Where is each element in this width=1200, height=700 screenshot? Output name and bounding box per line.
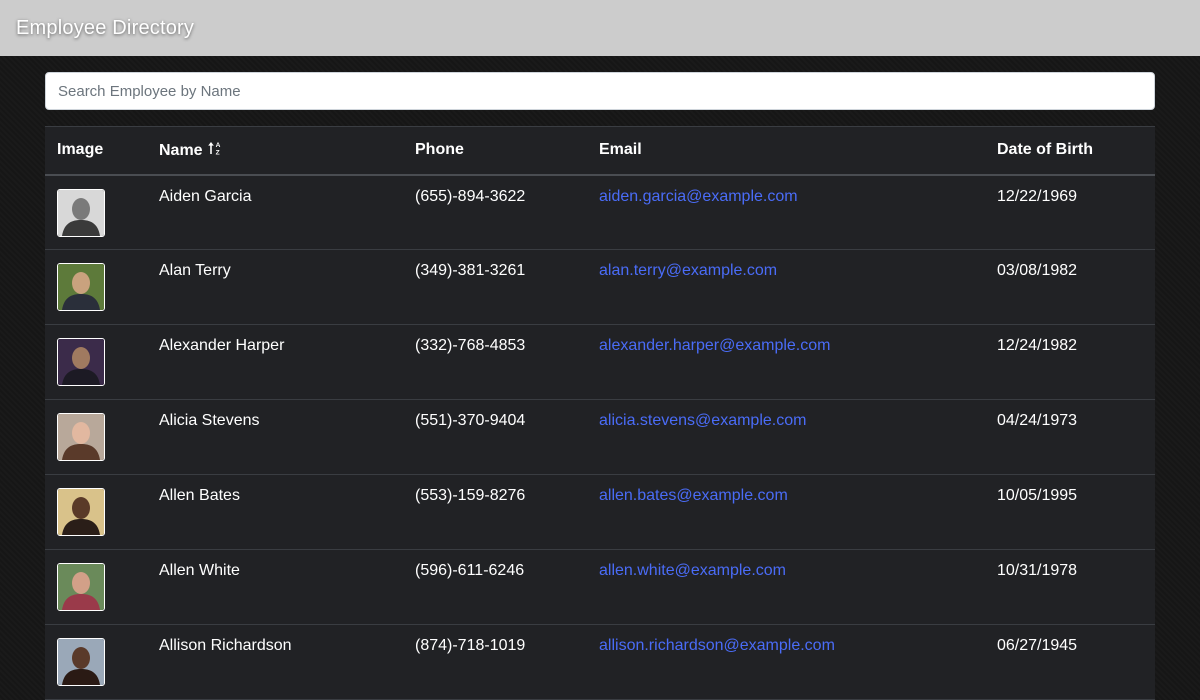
- employee-name: Alicia Stevens: [159, 412, 260, 429]
- avatar: [57, 413, 105, 461]
- cell-image: [45, 249, 147, 325]
- employee-name: Allen White: [159, 562, 240, 579]
- employee-name: Allison Richardson: [159, 637, 292, 654]
- app-header: Employee Directory: [0, 0, 1200, 56]
- column-header-email-label: Email: [599, 141, 642, 159]
- avatar: [57, 263, 105, 311]
- column-header-name-label: Name: [159, 141, 203, 159]
- table-row: Alan Terry (349)-381-3261 alan.terry@exa…: [45, 249, 1155, 325]
- employee-phone: (874)-718-1019: [415, 637, 526, 654]
- cell-name: Aiden Garcia: [147, 174, 403, 250]
- column-header-phone: Phone: [403, 126, 587, 176]
- employee-phone: (349)-381-3261: [415, 262, 526, 279]
- svg-text:A: A: [215, 142, 220, 149]
- employee-phone: (332)-768-4853: [415, 337, 526, 354]
- employee-email-link[interactable]: alan.terry@example.com: [599, 262, 777, 279]
- column-header-image-label: Image: [57, 141, 104, 159]
- table-body: Aiden Garcia (655)-894-3622 aiden.garcia…: [45, 174, 1155, 700]
- table-header-row: Image Name A Z Phone Email Date of Birth: [45, 126, 1155, 176]
- cell-dob: 12/24/1982: [985, 324, 1155, 400]
- cell-image: [45, 624, 147, 700]
- cell-image: [45, 549, 147, 625]
- employee-email-link[interactable]: allison.richardson@example.com: [599, 637, 835, 654]
- cell-phone: (596)-611-6246: [403, 549, 587, 625]
- employee-name: Alan Terry: [159, 262, 231, 279]
- cell-dob: 06/27/1945: [985, 624, 1155, 700]
- table-row: Allison Richardson (874)-718-1019 alliso…: [45, 624, 1155, 700]
- column-header-phone-label: Phone: [415, 141, 464, 159]
- employee-dob: 10/05/1995: [997, 487, 1078, 504]
- employee-phone: (596)-611-6246: [415, 562, 525, 579]
- table-row: Alicia Stevens (551)-370-9404 alicia.ste…: [45, 399, 1155, 475]
- employee-table: Image Name A Z Phone Email Date of Birth A…: [45, 126, 1155, 700]
- column-header-email: Email: [587, 126, 985, 176]
- main-content: Image NameAZ Phone Email Date of Birth A…: [0, 56, 1200, 700]
- sort-alpha-up-icon[interactable]: AZ: [207, 140, 223, 161]
- table-row: Alexander Harper (332)-768-4853 alexande…: [45, 324, 1155, 400]
- cell-phone: (349)-381-3261: [403, 249, 587, 325]
- table-row: Allen White (596)-611-6246 allen.white@e…: [45, 549, 1155, 625]
- table-row: Aiden Garcia (655)-894-3622 aiden.garcia…: [45, 174, 1155, 250]
- avatar: [57, 563, 105, 611]
- cell-image: [45, 399, 147, 475]
- cell-phone: (551)-370-9404: [403, 399, 587, 475]
- cell-name: Alan Terry: [147, 249, 403, 325]
- employee-email-link[interactable]: aiden.garcia@example.com: [599, 188, 798, 205]
- employee-name: Alexander Harper: [159, 337, 285, 354]
- employee-email-link[interactable]: allen.bates@example.com: [599, 487, 788, 504]
- cell-image: [45, 324, 147, 400]
- cell-phone: (874)-718-1019: [403, 624, 587, 700]
- employee-email-link[interactable]: alexander.harper@example.com: [599, 337, 830, 354]
- employee-email-link[interactable]: alicia.stevens@example.com: [599, 412, 806, 429]
- cell-dob: 04/24/1973: [985, 399, 1155, 475]
- column-header-image: Image: [45, 126, 147, 176]
- svg-text:Z: Z: [215, 149, 219, 156]
- cell-phone: (553)-159-8276: [403, 474, 587, 550]
- cell-name: Allison Richardson: [147, 624, 403, 700]
- column-header-dob: Date of Birth: [985, 126, 1155, 176]
- employee-phone: (551)-370-9404: [415, 412, 526, 429]
- cell-image: [45, 174, 147, 250]
- column-header-name[interactable]: Name A Z: [147, 126, 403, 176]
- cell-dob: 12/22/1969: [985, 174, 1155, 250]
- cell-name: Alexander Harper: [147, 324, 403, 400]
- employee-dob: 12/24/1982: [997, 337, 1078, 354]
- employee-phone: (655)-894-3622: [415, 187, 526, 205]
- employee-dob: 10/31/1978: [997, 562, 1078, 579]
- employee-dob: 06/27/1945: [997, 637, 1078, 654]
- cell-name: Alicia Stevens: [147, 399, 403, 475]
- employee-table-container: Image Name A Z Phone Email Date of Birth A…: [45, 126, 1155, 700]
- cell-email: alexander.harper@example.com: [587, 324, 985, 400]
- table-row: Allen Bates (553)-159-8276 allen.bates@e…: [45, 474, 1155, 550]
- search-input[interactable]: [45, 72, 1155, 110]
- cell-phone: (655)-894-3622: [403, 174, 587, 250]
- cell-email: allen.bates@example.com: [587, 474, 985, 550]
- cell-dob: 10/05/1995: [985, 474, 1155, 550]
- employee-dob: 03/08/1982: [997, 262, 1078, 279]
- cell-email: aiden.garcia@example.com: [587, 174, 985, 250]
- column-header-dob-label: Date of Birth: [997, 141, 1093, 159]
- avatar: [57, 338, 105, 386]
- cell-email: allen.white@example.com: [587, 549, 985, 625]
- employee-name: Allen Bates: [159, 487, 240, 504]
- employee-phone: (553)-159-8276: [415, 487, 526, 504]
- app-title: Employee Directory: [16, 16, 195, 39]
- cell-dob: 10/31/1978: [985, 549, 1155, 625]
- cell-email: alan.terry@example.com: [587, 249, 985, 325]
- avatar: [57, 638, 105, 686]
- cell-email: alicia.stevens@example.com: [587, 399, 985, 475]
- avatar: [57, 188, 105, 237]
- cell-dob: 03/08/1982: [985, 249, 1155, 325]
- employee-name: Aiden Garcia: [159, 187, 252, 205]
- cell-phone: (332)-768-4853: [403, 324, 587, 400]
- cell-name: Allen White: [147, 549, 403, 625]
- employee-dob: 12/22/1969: [997, 187, 1078, 205]
- employee-email-link[interactable]: allen.white@example.com: [599, 562, 786, 579]
- avatar: [57, 488, 105, 536]
- employee-dob: 04/24/1973: [997, 412, 1078, 429]
- cell-image: [45, 474, 147, 550]
- cell-name: Allen Bates: [147, 474, 403, 550]
- cell-email: allison.richardson@example.com: [587, 624, 985, 700]
